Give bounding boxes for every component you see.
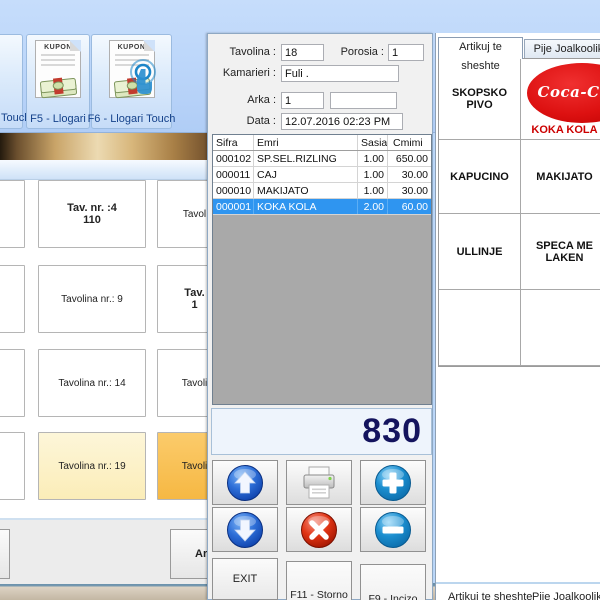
product-makijato[interactable]: MAKIJATO <box>521 140 600 214</box>
product-kapucino[interactable]: KAPUCINO <box>439 140 521 214</box>
table-button-partial-r2[interactable] <box>0 265 25 333</box>
table-header-row: Sifra Emri Sasia Cmimi <box>213 135 431 151</box>
f9-incizo-button[interactable]: F9 - Incizo <box>360 564 426 600</box>
wood-banner-image <box>0 133 212 160</box>
decrease-quantity-button[interactable] <box>360 507 426 552</box>
order-items-table: Sifra Emri Sasia Cmimi 000102 SP.SEL.RIZ… <box>212 134 432 405</box>
arka-label: Arka : <box>214 94 276 106</box>
arrow-up-icon <box>226 464 264 502</box>
cancel-x-icon <box>300 511 338 549</box>
money-stack-icon <box>38 76 80 100</box>
print-button[interactable] <box>286 460 352 505</box>
product-speca-me-laken[interactable]: SPECA ME LAKEN <box>521 214 600 290</box>
product-empty-cell[interactable] <box>439 290 521 366</box>
table-button-partial-r1[interactable] <box>0 180 25 248</box>
order-panel: Tavolina : 18 Porosia : 1 Kamarieri : Fu… <box>207 33 433 600</box>
table-button-19[interactable]: Tavolina nr.: 19 <box>38 432 146 500</box>
porosia-label: Porosia : <box>336 46 384 58</box>
exit-button[interactable]: EXIT <box>212 558 278 600</box>
product-empty-cell[interactable] <box>521 290 600 366</box>
page-fold-icon <box>143 40 155 52</box>
product-panel: Artikuj te sheshte Pije Joalkoolike SKOP… <box>435 33 600 600</box>
kupon-invoice-icon: KUPON <box>109 40 155 98</box>
tab-artikuj-te-sheshte[interactable]: Artikuj te sheshte <box>438 37 523 59</box>
column-header-sasia[interactable]: Sasia <box>358 135 388 150</box>
data-label: Data : <box>214 115 276 127</box>
f5-llogari-label: F5 - Llogari <box>30 113 86 128</box>
table-button-4[interactable]: Tav. nr. :4 110 <box>38 180 146 248</box>
panel-divider <box>436 582 600 584</box>
plus-icon <box>374 464 412 502</box>
table-row[interactable]: 000010 MAKIJATO 1.00 30.00 <box>213 183 431 199</box>
tavolina-field[interactable]: 18 <box>281 44 324 61</box>
coca-cola-logo: Coca-Cola <box>527 63 600 123</box>
arka-field-2[interactable] <box>330 92 397 109</box>
column-header-sifra[interactable]: Sifra <box>213 135 254 150</box>
table-button-partial-r3[interactable] <box>0 349 25 417</box>
kamarieri-label: Kamarieri : <box>214 67 276 79</box>
kamarieri-field[interactable]: Fuli . <box>281 65 399 82</box>
page-fold-icon <box>69 40 81 52</box>
product-grid: SKOPSKO PIVO Coca-Cola KOKA KOLA KAPUCIN… <box>438 58 600 367</box>
pos-application-window: Touch KUPON F5 - Llogari <box>0 0 600 600</box>
table-row[interactable]: 000011 CAJ 1.00 30.00 <box>213 167 431 183</box>
table-button-partial-r4[interactable] <box>0 432 25 500</box>
data-field[interactable]: 12.07.2016 02:23 PM <box>281 113 403 130</box>
product-ullinje[interactable]: ULLINJE <box>439 214 521 290</box>
column-header-emri[interactable]: Emri <box>254 135 358 150</box>
kupon-invoice-icon: KUPON <box>35 40 81 98</box>
footer-button-partial-left[interactable] <box>0 529 10 579</box>
product-koka-kola[interactable]: Coca-Cola KOKA KOLA <box>521 59 600 140</box>
porosia-field[interactable]: 1 <box>388 44 424 61</box>
bottom-tab-pije-partial[interactable]: Pije Joalkoolike <box>532 591 600 600</box>
f6-llogari-touch-label: F6 - Llogari Touch <box>88 113 176 128</box>
bottom-tab-artikuj-partial[interactable]: Artikuj te sheshte <box>448 591 532 600</box>
tab-pije-joalkoolike[interactable]: Pije Joalkoolike <box>524 39 600 59</box>
arka-field[interactable]: 1 <box>281 92 324 109</box>
table-button-9[interactable]: Tavolina nr.: 9 <box>38 265 146 333</box>
f5-llogari-button[interactable]: KUPON F5 - Llogari <box>26 34 90 129</box>
koka-kola-label: KOKA KOLA <box>521 124 600 136</box>
table-button-14[interactable]: Tavolina nr.: 14 <box>38 349 146 417</box>
tavolina-label: Tavolina : <box>214 46 276 58</box>
tables-map-footer: Ar <box>0 518 212 584</box>
printer-icon <box>299 464 339 502</box>
column-header-cmimi[interactable]: Cmimi <box>388 135 431 150</box>
minus-icon <box>374 511 412 549</box>
order-total: 830 <box>211 408 432 455</box>
touch-hand-icon <box>126 59 162 101</box>
move-up-button[interactable] <box>212 460 278 505</box>
f6-llogari-touch-button[interactable]: KUPON F6 - Llogari Touch <box>91 34 172 129</box>
f11-storno-button[interactable]: F11 - Storno <box>286 561 352 600</box>
tables-header-strip <box>0 160 212 180</box>
table-row-selected[interactable]: 000001 KOKA KOLA 2.00 60.00 <box>213 199 431 215</box>
table-row[interactable]: 000102 SP.SEL.RIZLING 1.00 650.00 <box>213 151 431 167</box>
arrow-down-icon <box>226 511 264 549</box>
delete-item-button[interactable] <box>286 507 352 552</box>
increase-quantity-button[interactable] <box>360 460 426 505</box>
move-down-button[interactable] <box>212 507 278 552</box>
